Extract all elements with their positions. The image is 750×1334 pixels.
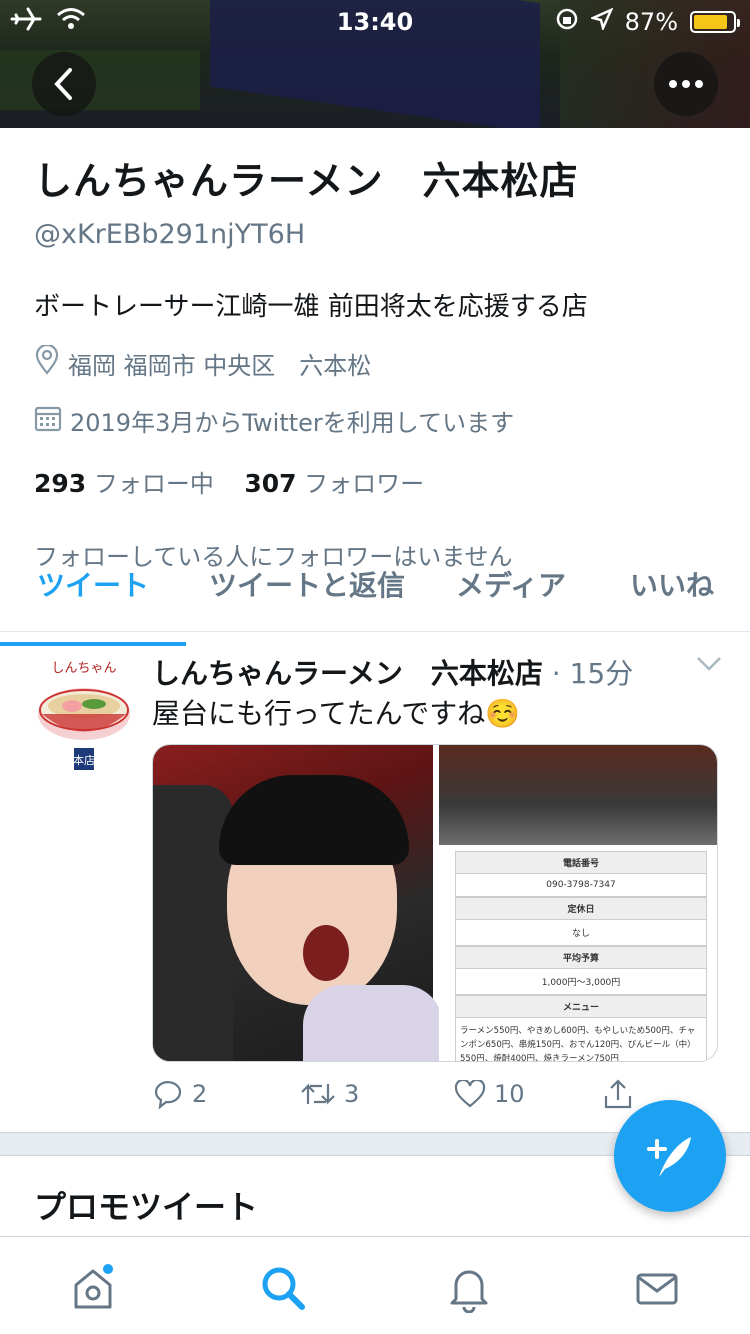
bottom-nav [0,1236,750,1334]
search-icon [262,1267,305,1310]
reply-icon [154,1081,182,1109]
tweet-text: 屋台にも行ってたんですね☺️ [152,697,521,730]
tweet-media[interactable]: 電話番号 090-3798-7347 定休日 なし 平均予算 1,000円〜3,… [152,744,718,1062]
reply-button[interactable]: 2 [152,1079,300,1109]
rotation-lock-icon [555,7,579,37]
tab-media[interactable]: メディア [428,556,594,631]
profile-info: しんちゃんラーメン 六本松店 @xKrEBb291njYT6H ボートレーサー江… [34,150,724,572]
like-count: 10 [494,1080,525,1108]
nav-home[interactable] [68,1263,118,1313]
chevron-left-icon [54,68,72,100]
more-options-button[interactable] [654,52,718,116]
follow-stats: 293 フォロー中 307 フォロワー [34,464,724,499]
tweet-actions: 2 3 10 [152,1078,672,1110]
mail-icon [636,1273,678,1305]
share-icon [604,1079,632,1109]
tweet-author[interactable]: しんちゃんラーメン 六本松店 [152,657,543,690]
retweet-count: 3 [344,1080,360,1108]
tweet-time: 15分 [569,657,634,690]
status-bar: 13:40 87% [0,0,750,40]
profile-handle: @xKrEBb291njYT6H [34,219,306,250]
avatar[interactable]: しんちゃん 本店 [34,654,134,774]
avatar-label: しんちゃん [51,660,116,675]
retweet-button[interactable]: 3 [300,1080,454,1108]
joined-text: 2019年3月からTwitterを利用しています [70,409,515,437]
following-count: 293 [34,469,87,498]
tab-tweets-replies[interactable]: ツイートと返信 [186,556,428,631]
avatar-sub: 本店 [73,753,95,767]
holiday-value: なし [455,920,707,946]
holiday-label: 定休日 [455,897,707,920]
followers-label: フォロワー [304,470,425,498]
location-text: 福岡 福岡市 中央区 六本松 [68,351,372,380]
location-arrow-icon [588,7,614,36]
tweet-header: しんちゃんラーメン 六本松店 · 15分 [152,657,634,690]
tab-likes[interactable]: いいね [594,556,750,631]
promoted-tweets-title: プロモツイート [34,1188,259,1226]
battery-percent: 87% [624,8,678,36]
yatai-photo [439,745,717,845]
following-label: フォロー中 [93,470,214,498]
nav-search[interactable] [258,1263,308,1313]
reply-count: 2 [192,1080,208,1108]
nav-notifications[interactable] [444,1263,494,1314]
back-button[interactable] [32,52,96,116]
phone-value: 090-3798-7347 [455,874,707,897]
home-icon [74,1264,113,1309]
bell-icon [450,1270,488,1314]
following-link[interactable]: 293 フォロー中 [34,469,214,498]
menu-label: メニュー [455,995,707,1018]
budget-label: 平均予算 [455,946,707,969]
budget-value: 1,000円〜3,000円 [455,969,707,995]
tweet-item[interactable]: しんちゃん 本店 しんちゃんラーメン 六本松店 · 15分 屋台にも行ってたんで… [0,632,750,1132]
like-button[interactable]: 10 [454,1080,602,1108]
compose-feather-icon [647,1137,691,1177]
location-pin-icon [34,343,60,381]
chevron-down-icon[interactable] [696,656,722,676]
profile-bio: ボートレーサー江崎一雄 前田将太を応援する店 [34,292,588,322]
profile-name: しんちゃんラーメン 六本松店 [34,159,579,203]
menu-value: ラーメン550円、やきめし600円、もやしいため500円、チャンポン650円、串… [455,1018,707,1061]
profile-joined: 2019年3月からTwitterを利用しています [34,403,724,438]
retweet-icon [301,1083,335,1105]
profile-location: 福岡 福岡市 中央区 六本松 [34,343,724,381]
compose-tweet-button[interactable] [614,1100,726,1212]
tweet-info-image[interactable]: 電話番号 090-3798-7347 定休日 なし 平均予算 1,000円〜3,… [439,745,717,1061]
tweet-photo[interactable] [153,745,443,1061]
tab-tweets[interactable]: ツイート [0,556,186,646]
info-table: 電話番号 090-3798-7347 定休日 なし 平均予算 1,000円〜3,… [455,851,707,1061]
nav-messages[interactable] [632,1263,682,1313]
more-dots-icon [669,80,703,88]
calendar-icon [34,404,62,438]
heart-icon [454,1080,486,1108]
share-button[interactable] [602,1078,634,1110]
followers-count: 307 [244,469,297,498]
profile-tabs: ツイート ツイートと返信 メディア いいね [0,556,750,646]
battery-icon [690,11,740,33]
phone-label: 電話番号 [455,851,707,874]
followers-link[interactable]: 307 フォロワー [244,469,425,498]
